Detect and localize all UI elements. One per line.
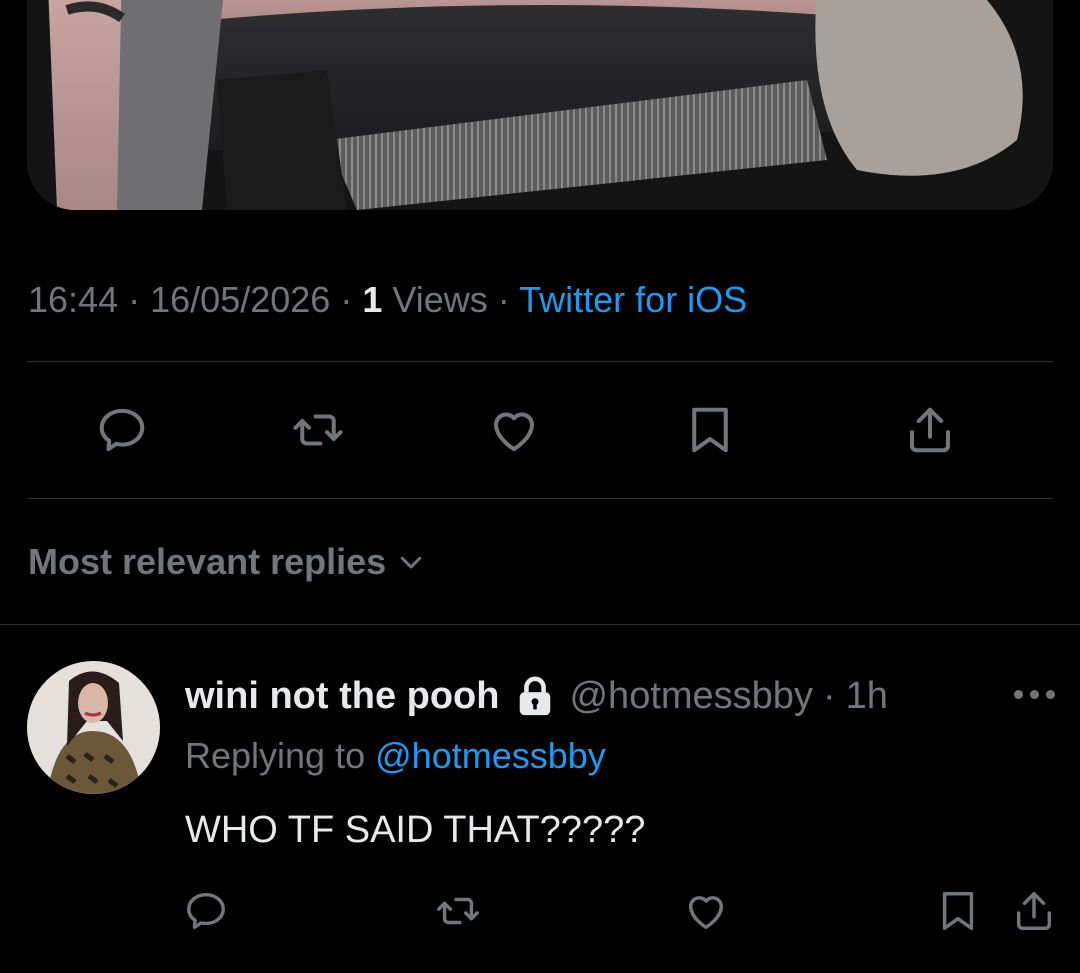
retweet-button[interactable]: [288, 400, 348, 460]
media-photo: [27, 0, 1053, 210]
tweet-time: 16:44: [28, 279, 119, 320]
more-icon-dot: [1046, 689, 1055, 699]
reply-like-button[interactable]: [680, 885, 732, 937]
reply-button[interactable]: [92, 400, 152, 460]
share-icon: [1016, 892, 1052, 930]
share-button[interactable]: [900, 400, 960, 460]
views-label[interactable]: Views: [392, 279, 487, 320]
retweet-icon: [293, 414, 343, 446]
tweet-source-link[interactable]: Twitter for iOS: [519, 279, 747, 320]
like-icon: [493, 412, 535, 452]
tweet-media-image[interactable]: [27, 0, 1053, 210]
reply-bookmark-button[interactable]: [932, 885, 984, 937]
bookmark-icon: [692, 407, 728, 453]
reply-time[interactable]: 1h: [846, 672, 888, 720]
avatar-photo: [27, 661, 160, 794]
reply-text: WHO TF SAID THAT?????: [185, 809, 646, 851]
divider: [27, 498, 1053, 499]
more-icon-dot: [1030, 689, 1039, 699]
meta-separator: ·: [497, 279, 510, 320]
replying-to-handle[interactable]: @hotmessbby: [375, 735, 606, 776]
lock-icon: [520, 676, 551, 716]
reply-icon: [187, 892, 225, 930]
more-icon-dot: [1014, 689, 1023, 699]
meta-separator: ·: [822, 675, 836, 717]
avatar[interactable]: [27, 661, 160, 794]
reply-reply-button[interactable]: [180, 885, 232, 937]
tweet-action-bar: [0, 400, 1080, 464]
replying-to-line: Replying to @hotmessbby: [185, 734, 606, 778]
replies-sort-label: Most relevant replies: [28, 541, 387, 582]
chevron-down-icon: [400, 556, 422, 569]
bookmark-button[interactable]: [680, 400, 740, 460]
reply-header: wini not the pooh @hotmessbby · 1h: [185, 672, 888, 720]
meta-separator: ·: [340, 279, 353, 320]
replies-sort-dropdown[interactable]: Most relevant replies: [28, 541, 426, 583]
reply-handle[interactable]: @hotmessbby: [569, 672, 812, 720]
divider: [0, 624, 1080, 625]
reply-share-button[interactable]: [1008, 885, 1060, 937]
bookmark-icon: [942, 892, 974, 930]
replying-to-prefix: Replying to: [185, 735, 366, 776]
reply-icon: [99, 408, 145, 452]
reply-retweet-button[interactable]: [432, 885, 484, 937]
more-options-button[interactable]: [1014, 686, 1058, 702]
meta-separator: ·: [128, 279, 141, 320]
like-icon: [688, 896, 724, 930]
like-button[interactable]: [484, 400, 544, 460]
reply-display-name[interactable]: wini not the pooh: [185, 672, 499, 720]
retweet-icon: [437, 897, 479, 925]
divider: [27, 361, 1053, 362]
tweet-meta: 16:44 · 16/05/2026 · 1 Views · Twitter f…: [28, 278, 747, 322]
share-icon: [909, 407, 951, 453]
views-count[interactable]: 1: [362, 279, 382, 320]
tweet-date: 16/05/2026: [150, 279, 331, 320]
